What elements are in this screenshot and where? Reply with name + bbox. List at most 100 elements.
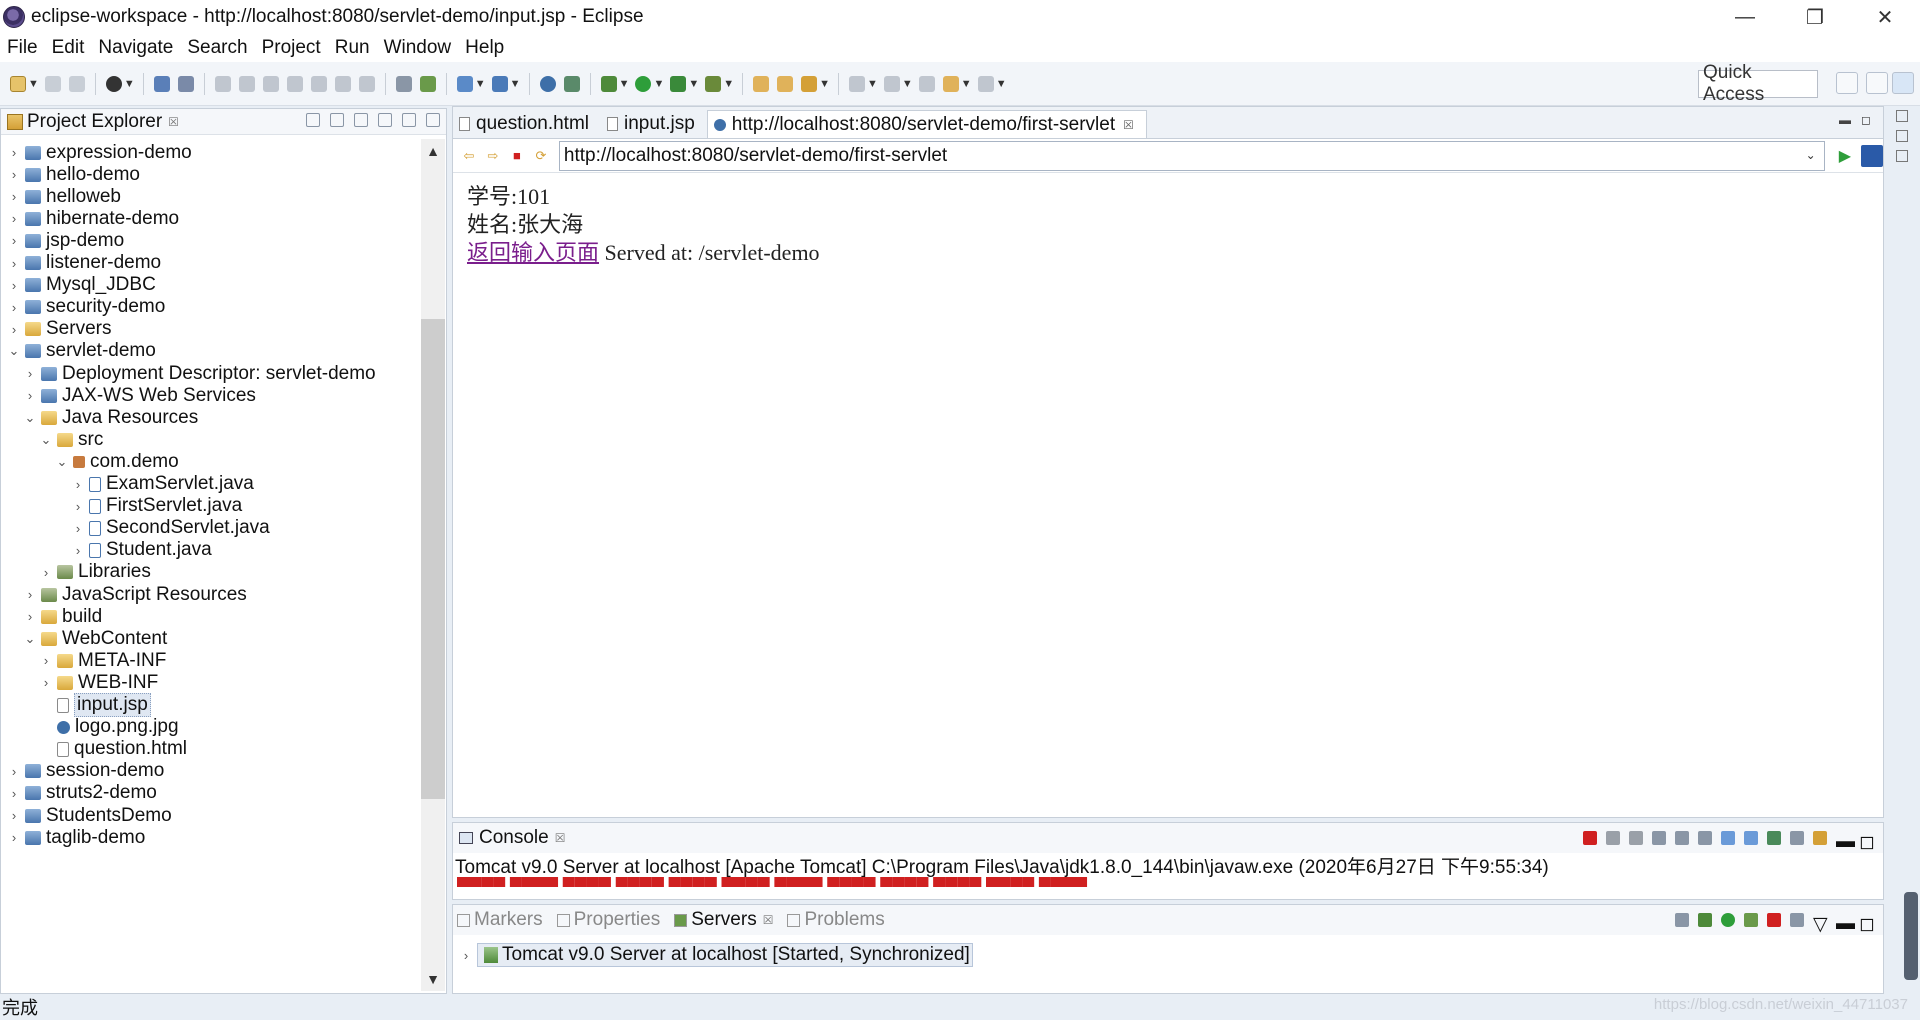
terminate-icon[interactable] (1583, 831, 1597, 845)
chevron-down-icon[interactable]: ▼ (510, 78, 521, 90)
tree-toggle-icon[interactable]: › (7, 233, 21, 248)
chevron-down-icon[interactable]: ▼ (619, 78, 630, 90)
chevron-down-icon[interactable]: ▼ (996, 78, 1007, 90)
chevron-down-icon[interactable]: ▼ (124, 78, 135, 90)
run-icon[interactable] (635, 75, 652, 92)
tree-toggle-icon[interactable]: › (23, 587, 37, 602)
step-over-icon[interactable] (334, 75, 351, 92)
tab-input-jsp[interactable]: input.jsp (601, 110, 707, 138)
menu-file[interactable]: File (0, 37, 45, 59)
collapse-icon[interactable] (1675, 913, 1689, 927)
debug-perspective-icon[interactable] (1892, 72, 1914, 94)
profile-server-icon[interactable] (1744, 913, 1758, 927)
tree-toggle-icon[interactable]: › (39, 653, 53, 668)
scroll-up-icon[interactable]: ▲ (421, 139, 445, 163)
chevron-down-icon[interactable]: ▼ (961, 78, 972, 90)
display-console-icon[interactable] (1790, 831, 1804, 845)
new-icon[interactable] (10, 75, 26, 92)
stop-icon[interactable]: ■ (508, 147, 526, 165)
close-icon[interactable]: ☒ (763, 913, 774, 927)
outline-icon[interactable] (395, 75, 412, 92)
view-menu-icon[interactable] (378, 113, 392, 127)
menu-search[interactable]: Search (180, 37, 254, 59)
tree-toggle-icon[interactable]: › (39, 565, 53, 580)
open-perspective-icon[interactable] (1836, 72, 1858, 94)
tree-toggle-icon[interactable]: › (7, 300, 21, 315)
tree-toggle-icon[interactable]: › (7, 786, 21, 801)
back-to-input-link[interactable]: 返回输入页面 (467, 240, 599, 265)
open-console-icon[interactable] (1813, 831, 1827, 845)
web-browser-icon[interactable] (456, 75, 473, 92)
project-explorer-title[interactable]: Project Explorer (27, 111, 162, 133)
tree-toggle-icon[interactable]: ⌄ (7, 343, 21, 359)
tree-toggle-icon[interactable]: › (7, 764, 21, 779)
server-entry[interactable]: Tomcat v9.0 Server at localhost [Started… (477, 943, 973, 967)
tree-toggle-icon[interactable]: › (7, 322, 21, 337)
tree-toggle-icon[interactable]: › (23, 388, 37, 403)
profile-icon[interactable] (105, 75, 122, 92)
outline-view-icon[interactable] (1896, 130, 1908, 142)
chevron-down-icon[interactable]: ▼ (28, 78, 39, 90)
url-input[interactable]: http://localhost:8080/servlet-demo/first… (558, 140, 1825, 171)
server-tree-row[interactable]: › Tomcat v9.0 Server at localhost [Start… (459, 941, 973, 969)
save-all-icon[interactable] (68, 75, 85, 92)
tree-toggle-icon[interactable]: › (71, 521, 85, 536)
task-list-icon[interactable] (1896, 150, 1908, 162)
chevron-down-icon[interactable]: ▼ (688, 78, 699, 90)
step-into-icon[interactable] (310, 75, 327, 92)
tab-question-html[interactable]: question.html (453, 110, 601, 138)
maximize-icon[interactable]: ◻ (1859, 913, 1875, 935)
chevron-down-icon[interactable]: ▼ (819, 78, 830, 90)
task-icon[interactable] (419, 75, 436, 92)
view-menu-icon[interactable]: ▽ (1813, 913, 1828, 935)
previous-annotation-icon[interactable] (883, 75, 900, 92)
show-on-stderr-icon[interactable] (1744, 831, 1758, 845)
menu-help[interactable]: Help (458, 37, 511, 59)
pin-console-icon[interactable] (1767, 831, 1781, 845)
tab-properties[interactable]: Properties (556, 909, 660, 931)
remove-all-icon[interactable] (1629, 831, 1643, 845)
tab-first-servlet[interactable]: http://localhost:8080/servlet-demo/first… (706, 110, 1147, 138)
chevron-down-icon[interactable]: ▼ (867, 78, 878, 90)
tree-toggle-icon[interactable]: › (7, 256, 21, 271)
clear-console-icon[interactable] (1652, 831, 1666, 845)
resume-icon[interactable] (214, 75, 231, 92)
maximize-icon[interactable] (426, 113, 440, 127)
tree-toggle-icon[interactable]: ⌄ (23, 410, 37, 426)
skip-breakpoints-icon[interactable] (177, 75, 194, 92)
new-web-service-icon[interactable] (563, 75, 580, 92)
step-return-icon[interactable] (358, 75, 375, 92)
remove-launch-icon[interactable] (1606, 831, 1620, 845)
tab-servers[interactable]: Servers ☒ (674, 909, 773, 931)
start-server-icon[interactable] (1721, 913, 1735, 927)
last-edit-icon[interactable] (918, 75, 935, 92)
scroll-down-icon[interactable]: ▼ (421, 967, 445, 991)
tree-toggle-icon[interactable]: › (7, 830, 21, 845)
minimize-icon[interactable]: ▬ (1839, 113, 1851, 127)
tree-toggle-icon[interactable]: › (71, 477, 85, 492)
terminal-icon[interactable] (153, 75, 170, 92)
maximize-icon[interactable]: ◻ (1861, 113, 1871, 127)
expand-icon[interactable]: › (459, 948, 473, 963)
tree-toggle-icon[interactable]: ⌄ (55, 454, 69, 470)
chevron-down-icon[interactable]: ⌄ (1806, 148, 1816, 162)
tree-toggle-icon[interactable]: › (23, 366, 37, 381)
show-on-stdout-icon[interactable] (1721, 831, 1735, 845)
minimize-icon[interactable]: ▬ (1836, 913, 1855, 934)
publish-icon[interactable] (1790, 913, 1804, 927)
quick-access-input[interactable]: Quick Access (1698, 62, 1818, 105)
tree-toggle-icon[interactable]: › (7, 278, 21, 293)
console-title[interactable]: Console (479, 827, 549, 849)
next-annotation-icon[interactable] (849, 75, 866, 92)
forward-icon[interactable] (977, 75, 994, 92)
chevron-down-icon[interactable]: ▼ (653, 78, 664, 90)
tab-markers[interactable]: Markers (457, 909, 543, 931)
collapse-all-icon[interactable] (306, 113, 320, 127)
tree-toggle-icon[interactable]: › (23, 609, 37, 624)
java-ee-perspective-icon[interactable] (1866, 72, 1888, 94)
tree-toggle-icon[interactable]: › (7, 189, 21, 204)
go-icon[interactable]: ▶ (1839, 146, 1851, 166)
chevron-down-icon[interactable]: ▼ (902, 78, 913, 90)
stop-server-icon[interactable] (1767, 913, 1781, 927)
disconnect-icon[interactable] (286, 75, 303, 92)
